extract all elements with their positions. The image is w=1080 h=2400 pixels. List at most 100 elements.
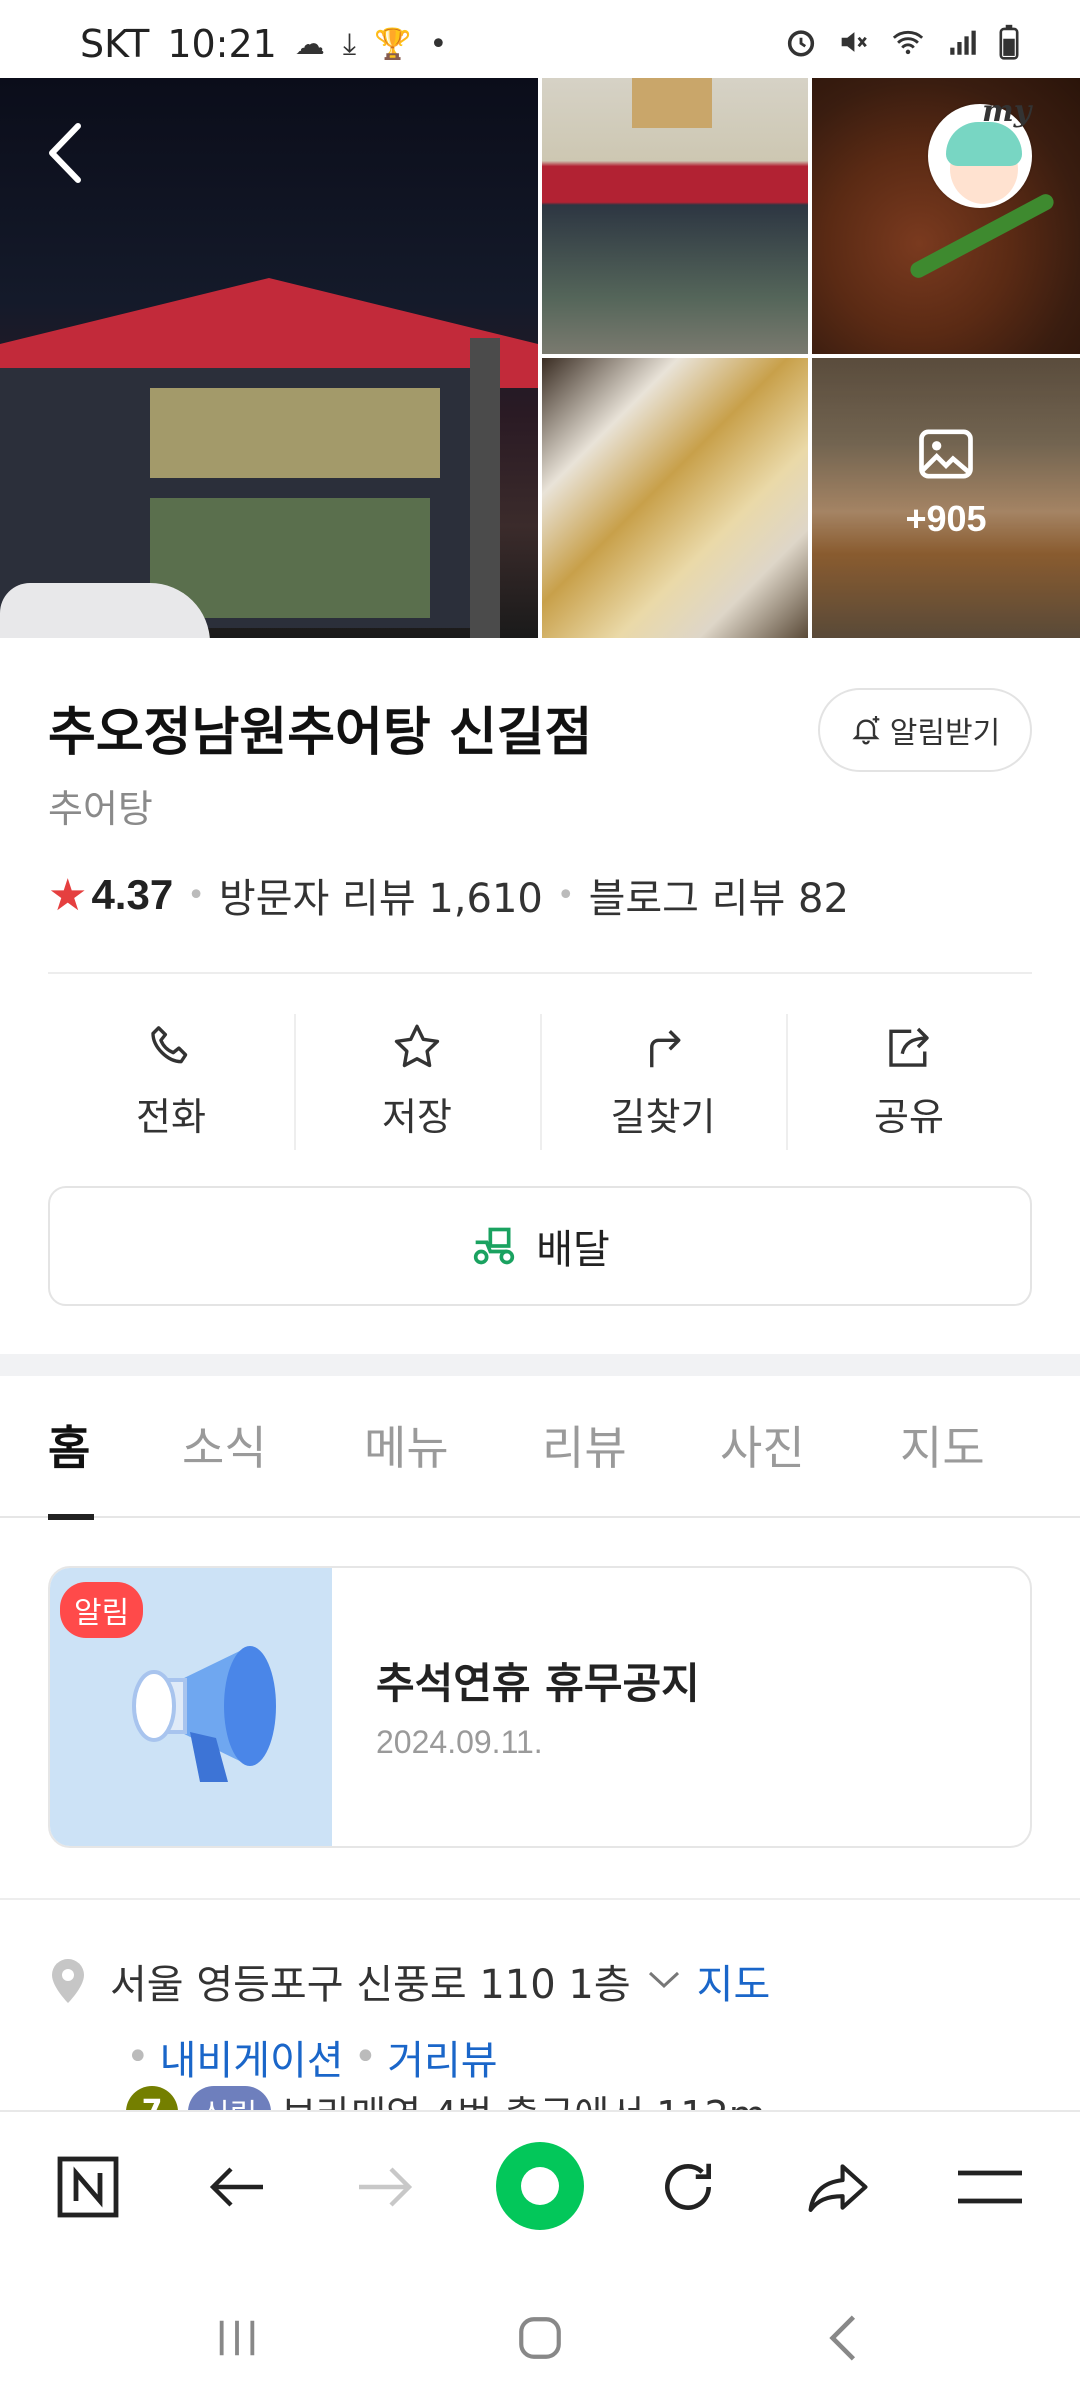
back-icon xyxy=(829,2315,856,2361)
delivery-label: 배달 xyxy=(536,1227,610,1273)
call-button[interactable]: 전화 xyxy=(48,1010,294,1150)
refresh-button[interactable] xyxy=(648,2147,728,2227)
signal-icon xyxy=(950,30,976,55)
tab-home[interactable]: 홈 xyxy=(48,1412,90,1478)
arrow-left-icon xyxy=(209,2167,263,2207)
naver-home-button[interactable] xyxy=(48,2147,128,2227)
star-icon xyxy=(394,1024,440,1067)
download-icon: ⤓ xyxy=(342,26,357,62)
carrier-label: SKT xyxy=(80,22,150,66)
separator-dot: • xyxy=(556,877,575,913)
mute-icon xyxy=(841,32,867,52)
battery-icon xyxy=(999,24,1019,60)
photo-thumb-3[interactable] xyxy=(542,358,808,638)
rating-row: ★ 4.37 • 방문자 리뷰 1,610 • 블로그 리뷰 82 xyxy=(48,866,849,924)
status-bar: SKT 10:21 ☁ ⤓ 🏆 • xyxy=(0,0,1080,78)
save-label: 저장 xyxy=(382,1094,452,1139)
tab-review[interactable]: 리뷰 xyxy=(542,1412,627,1478)
browser-toolbar xyxy=(0,2110,1080,2260)
place-category: 추어탕 xyxy=(48,787,153,831)
active-tab-indicator xyxy=(48,1514,94,1520)
home-icon xyxy=(519,2317,561,2359)
location-pin-icon xyxy=(52,1959,84,2003)
cloud-icon: ☁ xyxy=(294,26,325,62)
section-separator xyxy=(0,1354,1080,1376)
delivery-scooter-icon xyxy=(474,1227,515,1265)
image-icon xyxy=(919,429,973,479)
arrow-right-icon xyxy=(359,2167,413,2207)
tab-photo[interactable]: 사진 xyxy=(720,1412,805,1478)
more-photos-count: +905 xyxy=(905,498,987,539)
divider xyxy=(48,972,1032,974)
wifi-icon xyxy=(892,30,924,55)
system-back-button[interactable] xyxy=(808,2308,878,2368)
green-dot-inner xyxy=(521,2167,559,2205)
browser-back-button[interactable] xyxy=(197,2147,277,2227)
share-arrow-icon xyxy=(808,2164,868,2212)
system-nav-bar xyxy=(0,2260,1080,2400)
share-label: 공유 xyxy=(874,1094,944,1139)
photo-tower xyxy=(632,78,712,128)
save-button[interactable]: 저장 xyxy=(294,1010,540,1150)
photo-gallery[interactable]: +905 xyxy=(0,78,1080,638)
photo-pole xyxy=(470,338,500,638)
hamburger-menu-icon xyxy=(958,2170,1022,2204)
address-section: 서울 영등포구 신풍로 110 1층 지도 • 내비게이션 • 거리뷰 7 신림… xyxy=(48,1952,1048,2124)
trophy-icon: 🏆 xyxy=(374,26,412,62)
divider xyxy=(0,1898,1080,1900)
call-label: 전화 xyxy=(136,1094,206,1139)
notice-title: 추석연휴 휴무공지 xyxy=(376,1659,700,1708)
more-photos: +905 xyxy=(812,428,1080,540)
menu-button[interactable] xyxy=(950,2147,1030,2227)
recent-apps-button[interactable] xyxy=(202,2308,272,2368)
alarm-button[interactable]: 알림받기 xyxy=(818,688,1032,772)
rating-score: 4.37 xyxy=(91,871,174,918)
place-title: 추오정남원추어탕 신길점 xyxy=(48,703,593,763)
alarm-label: 알림받기 xyxy=(889,716,1001,751)
home-button[interactable] xyxy=(505,2308,575,2368)
alarm-icon xyxy=(787,30,815,57)
action-bar: 전화 저장 길찾기 공유 xyxy=(48,1010,1032,1150)
time-label: 10:21 xyxy=(167,22,277,66)
phone-icon xyxy=(151,1025,188,1063)
photo-thumb-more[interactable]: +905 xyxy=(812,358,1080,638)
tab-bar: 홈 소식 메뉴 리뷰 사진 지도 xyxy=(0,1376,1080,1520)
directions-button[interactable]: 길찾기 xyxy=(540,1010,786,1150)
my-label: my xyxy=(982,94,1032,129)
blog-review-link[interactable]: 블로그 리뷰 82 xyxy=(589,866,849,924)
share-page-button[interactable] xyxy=(798,2147,878,2227)
directions-label: 길찾기 xyxy=(610,1094,716,1139)
photo-window xyxy=(150,388,440,478)
bullet-dot: • xyxy=(353,2034,378,2080)
map-link[interactable]: 지도 xyxy=(697,1952,771,2010)
bell-plus-icon xyxy=(852,716,880,745)
refresh-icon xyxy=(665,2163,711,2210)
separator-dot: • xyxy=(187,877,205,913)
street-view-link[interactable]: 거리뷰 xyxy=(387,2028,497,2086)
notice-thumbnail: 알림 xyxy=(50,1568,332,1846)
tab-menu[interactable]: 메뉴 xyxy=(364,1412,449,1478)
address-text: 서울 영등포구 신풍로 110 1층 xyxy=(110,1962,631,2008)
notice-badge: 알림 xyxy=(60,1582,144,1638)
tab-news[interactable]: 소식 xyxy=(182,1412,267,1478)
browser-forward-button[interactable] xyxy=(345,2147,425,2227)
photo-thumb-1[interactable] xyxy=(542,78,808,354)
recent-apps-icon xyxy=(219,2320,255,2356)
directions-icon xyxy=(650,1029,681,1067)
navigation-link[interactable]: 내비게이션 xyxy=(160,2028,344,2086)
back-button[interactable] xyxy=(40,118,100,188)
rating-star-icon: ★ xyxy=(48,869,88,921)
delivery-button[interactable]: 배달 xyxy=(48,1186,1032,1306)
share-icon xyxy=(889,1027,929,1067)
notice-card[interactable]: 알림 추석연휴 휴무공지 2024.09.11. xyxy=(48,1566,1032,1848)
visitor-review-link[interactable]: 방문자 리뷰 1,610 xyxy=(219,866,543,924)
share-button[interactable]: 공유 xyxy=(786,1010,1032,1150)
tab-map[interactable]: 지도 xyxy=(900,1412,985,1478)
notice-date: 2024.09.11. xyxy=(376,1724,543,1760)
naver-n-icon xyxy=(57,2156,119,2218)
dot-icon: • xyxy=(429,26,448,62)
green-dot-button[interactable] xyxy=(496,2142,584,2230)
chevron-down-icon[interactable] xyxy=(647,1964,681,1999)
chevron-left-icon xyxy=(49,123,81,183)
photo-car xyxy=(0,583,210,638)
